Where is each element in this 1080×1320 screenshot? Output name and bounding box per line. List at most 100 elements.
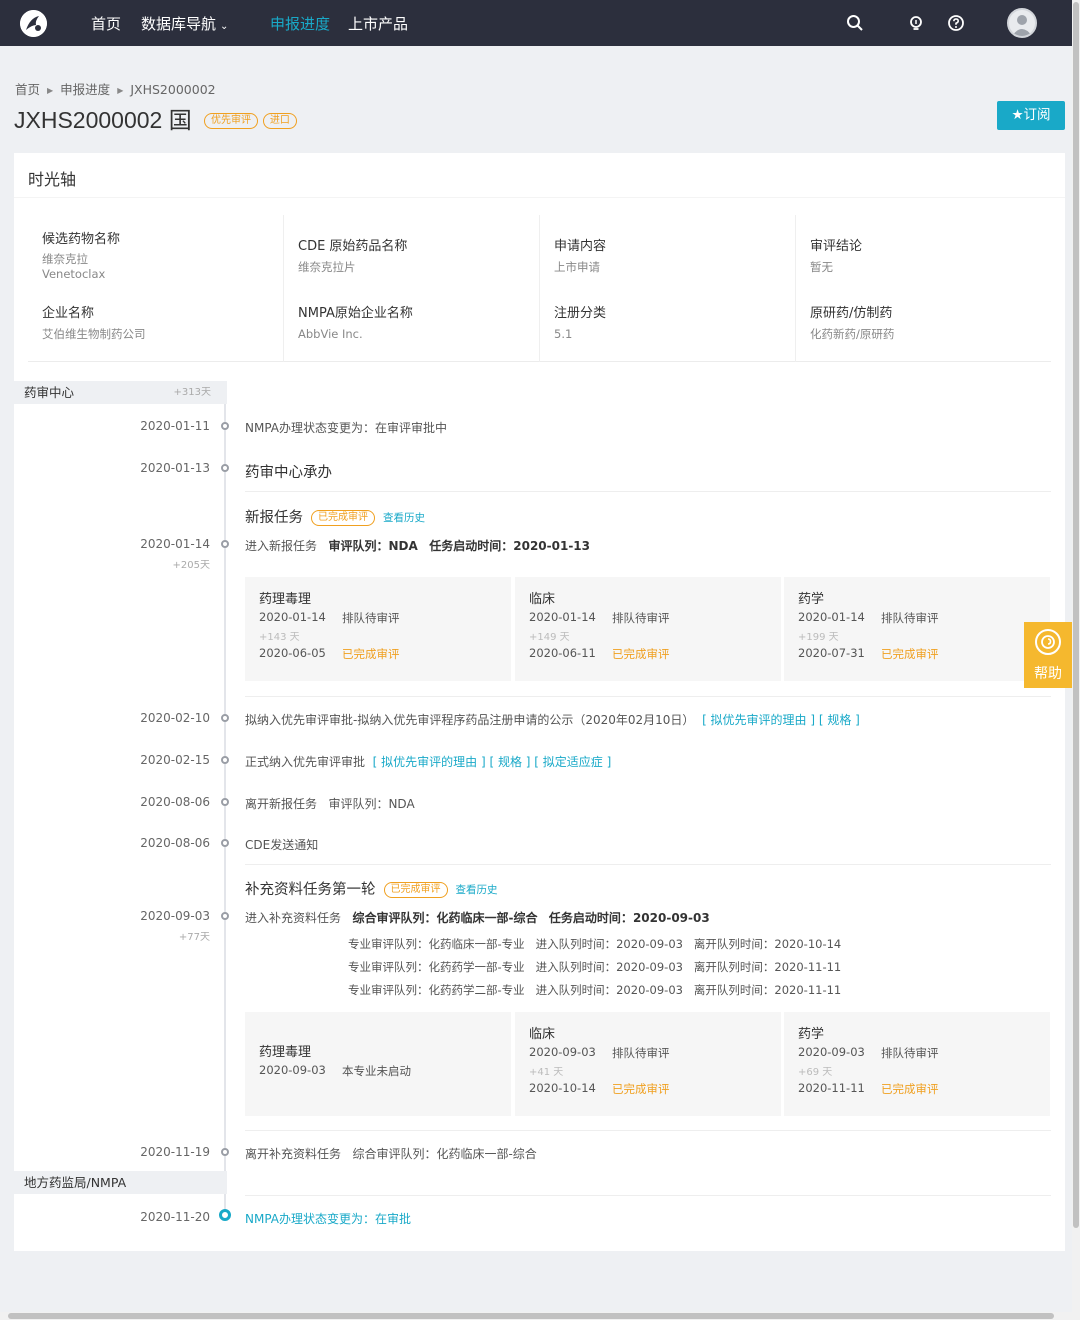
- timeline-dot-active: [219, 1209, 231, 1221]
- event-text: 拟纳入优先审评审批-拟纳入优先审评程序药品注册申请的公示（2020年02月10日…: [245, 711, 860, 728]
- divider: [245, 1195, 1051, 1196]
- event-date: 2020-02-10: [140, 711, 210, 725]
- info-cell: 候选药物名称 维奈克拉 Venetoclax: [42, 228, 120, 282]
- logo-icon[interactable]: [20, 10, 47, 37]
- view-history-link[interactable]: 查看历史: [456, 884, 498, 896]
- review-date: 2020-11-11: [798, 1081, 865, 1095]
- review-box-title: 药理毒理: [259, 1045, 312, 1060]
- review-state: 排队待审评: [612, 1046, 670, 1060]
- event-date: 2020-11-19: [140, 1145, 210, 1159]
- review-row: 2020-01-14 排队待审评: [259, 610, 400, 625]
- review-box-title: 临床: [529, 592, 556, 607]
- event-links[interactable]: [ 拟优先审评的理由 ] [ 规格 ]: [702, 713, 860, 727]
- nav-products[interactable]: 上市产品: [348, 13, 408, 34]
- info-column: 候选药物名称 维奈克拉 Venetoclax 企业名称 艾伯维生物制药公司: [28, 215, 284, 362]
- event-text: 正式纳入优先审评审批 [ 拟优先审评的理由 ] [ 规格 ] [ 拟定适应症 ]: [245, 753, 611, 770]
- nav-database-label: 数据库导航: [141, 15, 217, 33]
- scrollbar-thumb[interactable]: [8, 1313, 1054, 1319]
- timeline-dot: [221, 839, 229, 847]
- import-tag: 进口: [262, 113, 297, 129]
- lightbulb-icon[interactable]: [907, 14, 925, 32]
- review-date: 2020-06-11: [529, 646, 596, 660]
- card-title: 时光轴: [28, 170, 77, 189]
- review-box-title: 药学: [798, 592, 825, 607]
- nav-home[interactable]: 首页: [91, 13, 121, 34]
- task-title: 新报任务: [245, 510, 303, 526]
- event-text: 进入新报任务 审评队列：NDA 任务启动时间：2020-01-13: [245, 537, 590, 554]
- event-date: 2020-01-11: [140, 419, 210, 433]
- start-value: 2020-01-13: [513, 539, 591, 553]
- event-desc: 拟纳入优先审评审批-拟纳入优先审评程序药品注册申请的公示（2020年02月10日…: [245, 713, 695, 727]
- task-status-tag: 已完成审评: [311, 510, 375, 526]
- event-links[interactable]: [ 拟优先审评的理由 ] [ 规格 ] [ 拟定适应症 ]: [373, 755, 612, 769]
- review-row: 2020-09-03 排队待审评: [798, 1045, 939, 1060]
- review-state: 排队待审评: [612, 611, 670, 625]
- event-date: 2020-09-03: [140, 909, 210, 923]
- info-column: 申请内容 上市申请 注册分类 5.1: [540, 215, 796, 362]
- info-cell: 原研药/仿制药 化药新药/原研药: [810, 302, 894, 342]
- start-label: 任务启动时间：: [548, 911, 633, 925]
- priority-review-tag: 优先审评: [204, 113, 258, 129]
- review-date: 2020-09-03: [259, 1063, 326, 1077]
- review-date: 2020-09-03: [529, 1045, 596, 1059]
- info-column: CDE 原始药品名称 维奈克拉片 NMPA原始企业名称 AbbVie Inc.: [284, 215, 540, 362]
- event-text: NMPA办理状态变更为：在审批: [245, 1212, 412, 1226]
- review-box: 临床 2020-01-14 排队待审评 +149 天 2020-06-11 已完成审…: [515, 577, 781, 681]
- divider: [245, 864, 1051, 865]
- title-tags: 优先审评 进口: [204, 112, 298, 129]
- review-row: 2020-09-03 本专业未启动: [259, 1063, 411, 1078]
- top-navbar: 首页 数据库导航 ⌄ 申报进度 上市产品: [0, 0, 1072, 46]
- search-icon[interactable]: [846, 14, 864, 32]
- queue-value: 化药临床一部-综合: [436, 911, 538, 925]
- info-grid: 候选药物名称 维奈克拉 Venetoclax 企业名称 艾伯维生物制药公司 CD…: [28, 215, 1051, 362]
- review-row: 2020-06-11 已完成审评: [529, 646, 670, 661]
- info-label: NMPA原始企业名称: [298, 306, 413, 321]
- section-delta: +313天: [173, 387, 211, 398]
- question-icon[interactable]: [947, 14, 965, 32]
- nav-progress[interactable]: 申报进度: [270, 13, 330, 34]
- info-value: 维奈克拉片: [298, 260, 356, 274]
- timeline-dot: [221, 798, 229, 806]
- breadcrumb-progress[interactable]: 申报进度: [60, 82, 110, 97]
- nav-database[interactable]: 数据库导航 ⌄: [141, 13, 228, 34]
- event-text: NMPA办理状态变更为：在审评审批中: [245, 421, 448, 435]
- task-status-tag: 已完成审评: [383, 882, 448, 898]
- horizontal-scrollbar[interactable]: [0, 1312, 1072, 1320]
- task-header: 新报任务 已完成审评 查看历史: [245, 506, 425, 528]
- event-date: 2020-01-13: [140, 461, 210, 475]
- queue-label: 综合审评队列：: [352, 911, 437, 925]
- review-date: 2020-01-14: [798, 610, 865, 624]
- event-delta: +205天: [172, 560, 210, 571]
- scrollbar-thumb[interactable]: [1073, 2, 1079, 1228]
- vertical-scrollbar[interactable]: [1072, 0, 1080, 1320]
- breadcrumb-home[interactable]: 首页: [15, 82, 40, 97]
- review-box-title: 药理毒理: [259, 592, 312, 607]
- review-box: 临床 2020-09-03 排队待审评 +41 天 2020-10-14 已完成审评: [515, 1012, 781, 1116]
- info-column: 审评结论 暂无 原研药/仿制药 化药新药/原研药: [796, 215, 1052, 362]
- review-date: 2020-10-14: [529, 1081, 596, 1095]
- user-avatar[interactable]: [1007, 8, 1037, 38]
- review-date: 2020-09-03: [798, 1045, 865, 1059]
- subscribe-button[interactable]: ★订阅: [997, 101, 1065, 130]
- info-label: CDE 原始药品名称: [298, 239, 408, 254]
- help-button[interactable]: 帮助: [1024, 622, 1072, 688]
- info-value: 化药新药/原研药: [810, 327, 895, 341]
- review-box: 药理毒理 2020-01-14 排队待审评 +143 天 2020-06-05 已完…: [245, 577, 511, 681]
- info-cell: 审评结论 暂无: [810, 235, 862, 275]
- review-date: 2020-06-05: [259, 646, 326, 660]
- queue-line: 专业审评队列：化药药学一部-专业 进入队列时间：2020-09-03 离开队列时…: [348, 960, 842, 974]
- task-title: 补充资料任务第一轮: [245, 882, 376, 898]
- timeline-dot: [221, 912, 229, 920]
- section-label-cde: 药审中心 +313天: [14, 381, 227, 404]
- divider: [245, 696, 1051, 697]
- review-row: 2020-10-14 已完成审评: [529, 1081, 670, 1096]
- page-title: JXHS2000002 国: [14, 107, 192, 133]
- event-text: 进入补充资料任务 综合审评队列：化药临床一部-综合 任务启动时间：2020-09…: [245, 909, 710, 926]
- review-days: +149 天: [529, 632, 570, 643]
- review-row: 2020-09-03 排队待审评: [529, 1045, 670, 1060]
- event-prefix: 进入补充资料任务: [245, 911, 342, 925]
- view-history-link[interactable]: 查看历史: [383, 512, 425, 524]
- divider: [245, 491, 1051, 492]
- info-label: 申请内容: [554, 239, 607, 254]
- queue-line: 专业审评队列：化药临床一部-专业 进入队列时间：2020-09-03 离开队列时…: [348, 937, 842, 951]
